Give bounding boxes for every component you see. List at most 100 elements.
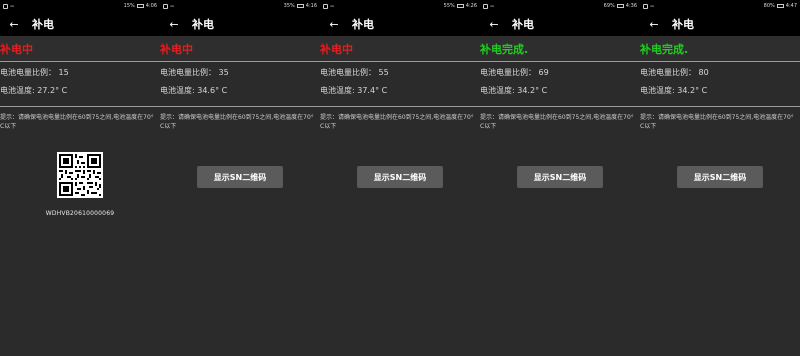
page-title: 补电 [512, 18, 534, 31]
tip-text: 提示：请确保电池电量比例在60到75之间,电池温度在70° C以下 [640, 114, 794, 130]
battery-temp-row: 电池温度: 37.4° C [320, 85, 387, 96]
sn-number: WDHVB20610000069 [45, 210, 115, 217]
network-indicator: 4G [170, 3, 175, 8]
phone-screen-5: 4G 80% 4:47 ← 补电 补电完成. 电池电量比例： 80 电池温度: 3… [640, 0, 800, 356]
status-bar: 4G 80% 4:47 [640, 0, 800, 12]
status-time: 4:36 [625, 3, 637, 9]
state-band: 补电中 [160, 36, 320, 61]
show-sn-qr-button[interactable]: 显示SN二维码 [517, 166, 603, 188]
battery-ratio-value: 80 [698, 68, 709, 77]
battery-ratio-row: 电池电量比例： 35 [160, 67, 229, 78]
status-time: 4:47 [785, 3, 797, 9]
battery-temp-label: 电池温度: [640, 86, 678, 95]
page-title: 补电 [192, 18, 214, 31]
battery-info: 电池电量比例： 80 电池温度: 34.2° C [640, 62, 800, 106]
phone-screen-1: 4G 15% 4:06 ← 补电 补电中 电池电量比例： 15 电池温度: 27.… [0, 0, 160, 356]
battery-percent: 69% [603, 3, 615, 9]
battery-percent: 55% [443, 3, 455, 9]
charge-state-text: 补电中 [320, 42, 353, 56]
status-bar: 4G 69% 4:36 [480, 0, 640, 12]
battery-temp-row: 电池温度: 34.6° C [160, 85, 227, 96]
back-arrow-icon[interactable]: ← [324, 18, 344, 31]
battery-temp-value: 34.2° C [677, 86, 708, 95]
battery-temp-label: 电池温度: [480, 86, 518, 95]
battery-ratio-label: 电池电量比例： [640, 68, 696, 77]
battery-icon [456, 4, 464, 8]
sim-icon [643, 3, 648, 9]
back-arrow-icon[interactable]: ← [644, 18, 664, 31]
battery-ratio-label: 电池电量比例： [0, 68, 56, 77]
back-arrow-icon[interactable]: ← [164, 18, 184, 31]
battery-percent: 80% [763, 3, 775, 9]
battery-ratio-value: 55 [378, 68, 389, 77]
state-band: 补电完成. [480, 36, 640, 61]
battery-temp-label: 电池温度: [160, 86, 198, 95]
page-title: 补电 [32, 18, 54, 31]
show-sn-qr-button[interactable]: 显示SN二维码 [677, 166, 763, 188]
status-time: 4:06 [145, 3, 157, 9]
phone-screen-4: 4G 69% 4:36 ← 补电 补电完成. 电池电量比例： 69 电池温度: 3… [480, 0, 640, 356]
back-arrow-icon[interactable]: ← [484, 18, 504, 31]
app-bar: ← 补电 [160, 12, 320, 36]
battery-info: 电池电量比例： 69 电池温度: 34.2° C [480, 62, 640, 106]
status-time: 4:26 [465, 3, 477, 9]
charge-state-text: 补电完成. [640, 42, 689, 56]
status-time: 4:16 [305, 3, 317, 9]
state-band: 补电中 [0, 36, 160, 61]
qr-section: WDHVB20610000069 [0, 152, 160, 217]
battery-ratio-value: 35 [218, 68, 229, 77]
page-title: 补电 [672, 18, 694, 31]
state-band: 补电完成. [640, 36, 800, 61]
battery-ratio-label: 电池电量比例： [160, 68, 216, 77]
network-indicator: 4G [330, 3, 335, 8]
battery-temp-label: 电池温度: [0, 86, 38, 95]
network-indicator: 4G [10, 3, 15, 8]
battery-ratio-row: 电池电量比例： 69 [480, 67, 549, 78]
battery-icon [776, 4, 784, 8]
battery-temp-value: 27.2° C [37, 86, 68, 95]
network-indicator: 4G [650, 3, 655, 8]
battery-temp-label: 电池温度: [320, 86, 358, 95]
app-bar: ← 补电 [0, 12, 160, 36]
phone-screen-3: 4G 55% 4:26 ← 补电 补电中 电池电量比例： 55 电池温度: 37.… [320, 0, 480, 356]
battery-icon [296, 4, 304, 8]
battery-info: 电池电量比例： 35 电池温度: 34.6° C [160, 62, 320, 106]
battery-info: 电池电量比例： 55 电池温度: 37.4° C [320, 62, 480, 106]
battery-ratio-label: 电池电量比例： [480, 68, 536, 77]
tip-text: 提示：请确保电池电量比例在60到75之间,电池温度在70° C以下 [0, 114, 154, 130]
battery-ratio-row: 电池电量比例： 80 [640, 67, 709, 78]
battery-icon [616, 4, 624, 8]
battery-percent: 35% [283, 3, 295, 9]
tip-text: 提示：请确保电池电量比例在60到75之间,电池温度在70° C以下 [160, 114, 314, 130]
battery-ratio-value: 69 [538, 68, 549, 77]
charge-state-text: 补电中 [0, 42, 33, 56]
battery-temp-value: 37.4° C [357, 86, 388, 95]
page-title: 补电 [352, 18, 374, 31]
sim-icon [3, 3, 8, 9]
app-bar: ← 补电 [480, 12, 640, 36]
status-bar: 4G 55% 4:26 [320, 0, 480, 12]
app-bar: ← 补电 [320, 12, 480, 36]
tip-text: 提示：请确保电池电量比例在60到75之间,电池温度在70° C以下 [480, 114, 634, 130]
state-band: 补电中 [320, 36, 480, 61]
show-sn-qr-button[interactable]: 显示SN二维码 [357, 166, 443, 188]
status-bar: 4G 35% 4:16 [160, 0, 320, 12]
battery-ratio-row: 电池电量比例： 15 [0, 67, 69, 78]
back-arrow-icon[interactable]: ← [4, 18, 24, 31]
battery-temp-row: 电池温度: 34.2° C [480, 85, 547, 96]
tip-text: 提示：请确保电池电量比例在60到75之间,电池温度在70° C以下 [320, 114, 474, 130]
battery-info: 电池电量比例： 15 电池温度: 27.2° C [0, 62, 160, 106]
sim-icon [323, 3, 328, 9]
battery-ratio-row: 电池电量比例： 55 [320, 67, 389, 78]
show-sn-qr-button[interactable]: 显示SN二维码 [197, 166, 283, 188]
battery-temp-row: 电池温度: 34.2° C [640, 85, 707, 96]
network-indicator: 4G [490, 3, 495, 8]
battery-ratio-value: 15 [58, 68, 69, 77]
battery-ratio-label: 电池电量比例： [320, 68, 376, 77]
phone-screen-2: 4G 35% 4:16 ← 补电 补电中 电池电量比例： 35 电池温度: 34.… [160, 0, 320, 356]
battery-icon [136, 4, 144, 8]
battery-temp-value: 34.2° C [517, 86, 548, 95]
sim-icon [483, 3, 488, 9]
status-bar: 4G 15% 4:06 [0, 0, 160, 12]
app-bar: ← 补电 [640, 12, 800, 36]
